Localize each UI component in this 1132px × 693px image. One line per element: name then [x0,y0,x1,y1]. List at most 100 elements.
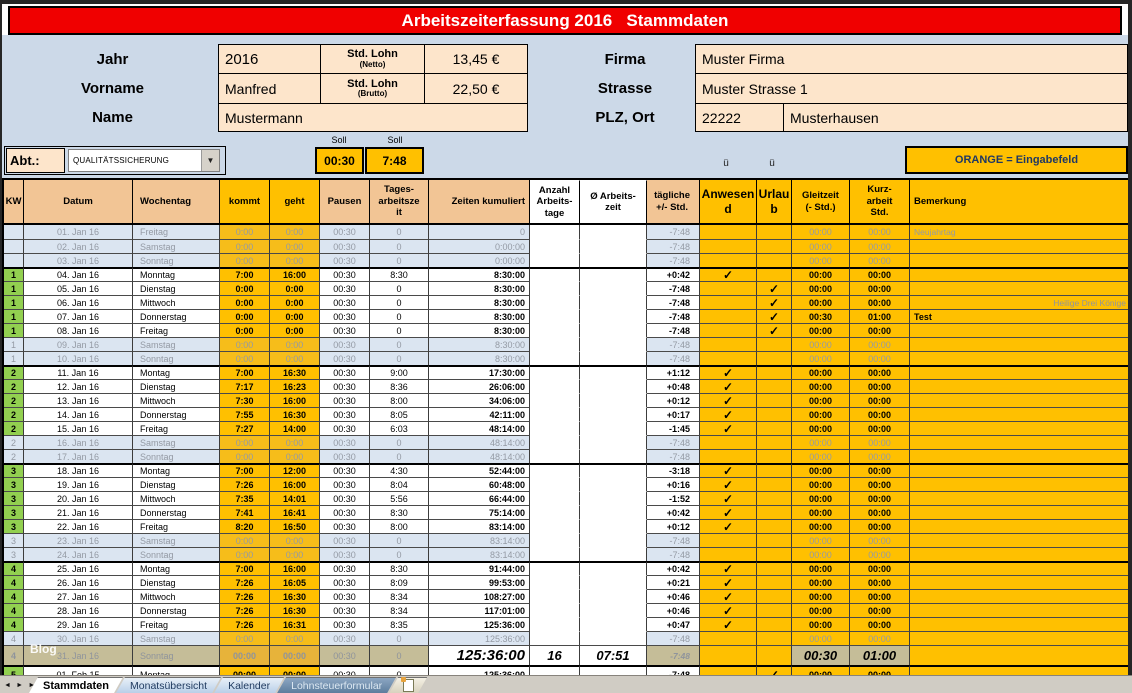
cell-kaz[interactable]: 00:00 [850,239,910,253]
cell-anw[interactable] [700,631,757,645]
cell-geht[interactable]: 0:00 [270,449,320,463]
cell-glz[interactable]: 00:30 [792,309,850,323]
cell-date[interactable]: 26. Jan 16 [24,575,133,589]
cell-geht[interactable]: 0:00 [270,533,320,547]
cell-kw[interactable]: 3 [4,463,24,477]
cell-kaz[interactable]: 00:00 [850,463,910,477]
cell-url[interactable]: ✓ [757,295,792,309]
cell-kommt[interactable]: 0:00 [220,435,270,449]
cell-glz[interactable]: 00:00 [792,379,850,393]
cell-pausen[interactable]: 00:30 [320,281,370,295]
cell-kommt[interactable]: 7:17 [220,379,270,393]
cell-avg[interactable] [580,407,647,421]
cell-kw[interactable]: 4 [4,645,24,665]
cell-anw[interactable] [700,281,757,295]
cell-day[interactable]: Donnerstag [133,505,220,519]
cell-geht[interactable]: 0:00 [270,239,320,253]
cell-kw[interactable]: 1 [4,337,24,351]
cell-tages[interactable]: 0 [370,239,429,253]
cell-kw[interactable]: 2 [4,435,24,449]
cell-diff[interactable]: -7:48 [647,533,700,547]
cell-day[interactable]: Montag [133,561,220,575]
cell-kw[interactable]: 4 [4,561,24,575]
cell-kum[interactable]: 117:01:00 [429,603,530,617]
cell-glz[interactable]: 00:00 [792,617,850,631]
cell-glz[interactable]: 00:00 [792,407,850,421]
cell-pausen[interactable]: 00:30 [320,505,370,519]
cell-kw[interactable]: 2 [4,379,24,393]
cell-tages[interactable]: 0 [370,547,429,561]
cell-glz[interactable]: 00:00 [792,589,850,603]
cell-anz[interactable] [530,365,580,379]
cell-geht[interactable]: 16:05 [270,575,320,589]
cell-bem[interactable] [910,617,1130,631]
cell-kaz[interactable]: 00:00 [850,253,910,267]
cell-glz[interactable]: 00:00 [792,225,850,239]
cell-avg[interactable]: 07:51 [580,645,647,665]
cell-kommt[interactable]: 0:00 [220,295,270,309]
cell-kaz[interactable]: 00:00 [850,351,910,365]
cell-url[interactable] [757,603,792,617]
cell-anz[interactable] [530,323,580,337]
cell-url[interactable] [757,267,792,281]
cell-date[interactable]: 23. Jan 16 [24,533,133,547]
cell-tages[interactable]: 8:30 [370,561,429,575]
cell-date[interactable]: 01. Jan 16 [24,225,133,239]
cell-kommt[interactable]: 0:00 [220,323,270,337]
cell-geht[interactable]: 16:30 [270,589,320,603]
cell-day[interactable]: Freitag [133,617,220,631]
cell-diff[interactable]: -1:45 [647,421,700,435]
cell-kaz[interactable]: 00:00 [850,323,910,337]
cell-day[interactable]: Montag [133,463,220,477]
cell-bem[interactable] [910,407,1130,421]
cell-kum[interactable]: 83:14:00 [429,547,530,561]
cell-geht[interactable]: 16:00 [270,393,320,407]
cell-geht[interactable]: 0:00 [270,631,320,645]
cell-geht[interactable]: 16:31 [270,617,320,631]
cell-diff[interactable]: -7:48 [647,239,700,253]
cell-diff[interactable]: -7:48 [647,281,700,295]
cell-bem[interactable] [910,421,1130,435]
cell-day[interactable]: Samstag [133,435,220,449]
cell-diff[interactable]: +0:42 [647,267,700,281]
cell-day[interactable]: Samstag [133,337,220,351]
cell-kaz[interactable]: 00:00 [850,225,910,239]
cell-day[interactable]: Dienstag [133,379,220,393]
cell-anz[interactable] [530,477,580,491]
cell-day[interactable]: Samstag [133,533,220,547]
cell-pausen[interactable]: 00:30 [320,379,370,393]
cell-pausen[interactable]: 00:30 [320,239,370,253]
cell-kum[interactable]: 83:14:00 [429,519,530,533]
cell-kommt[interactable]: 7:55 [220,407,270,421]
cell-diff[interactable]: -7:48 [647,449,700,463]
cell-diff[interactable]: -7:48 [647,435,700,449]
cell-kum[interactable]: 125:36:00 [429,617,530,631]
tab-stammdaten[interactable]: Stammdaten [29,677,123,693]
insert-sheet-tab[interactable] [389,677,427,693]
cell-kw[interactable]: 2 [4,449,24,463]
cell-anz[interactable] [530,589,580,603]
cell-kw[interactable]: 4 [4,617,24,631]
cell-kum[interactable]: 66:44:00 [429,491,530,505]
cell-kommt[interactable]: 0:00 [220,351,270,365]
cell-anz[interactable] [530,309,580,323]
cell-kommt[interactable]: 0:00 [220,239,270,253]
cell-glz[interactable]: 00:00 [792,239,850,253]
cell-avg[interactable] [580,239,647,253]
cell-kum[interactable]: 75:14:00 [429,505,530,519]
cell-kw[interactable]: 4 [4,589,24,603]
cell-glz[interactable]: 00:00 [792,435,850,449]
cell-geht[interactable]: 0:00 [270,547,320,561]
cell-geht[interactable]: 16:50 [270,519,320,533]
cell-diff[interactable]: -7:48 [647,645,700,665]
cell-date[interactable]: 11. Jan 16 [24,365,133,379]
cell-anw[interactable]: ✓ [700,575,757,589]
cell-bem[interactable] [910,379,1130,393]
cell-bem[interactable] [910,519,1130,533]
cell-diff[interactable]: +1:12 [647,365,700,379]
cell-tages[interactable]: 0 [370,281,429,295]
cell-tages[interactable]: 8:35 [370,617,429,631]
cell-anz[interactable] [530,561,580,575]
cell-kaz[interactable]: 00:00 [850,449,910,463]
cell-url[interactable] [757,449,792,463]
